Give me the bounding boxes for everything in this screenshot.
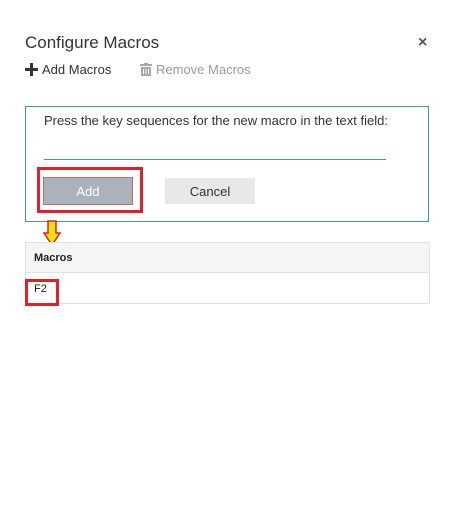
- new-macro-form: Press the key sequences for the new macr…: [25, 106, 429, 222]
- add-button[interactable]: Add: [43, 177, 133, 205]
- trash-icon: [140, 63, 152, 76]
- column-header-macros[interactable]: Macros: [34, 252, 73, 264]
- add-macros-button[interactable]: Add Macros: [25, 62, 111, 77]
- macro-key-input[interactable]: [44, 137, 386, 160]
- configure-macros-dialog: Configure Macros × Add Macros Remove Mac…: [0, 0, 452, 510]
- add-macros-label: Add Macros: [42, 62, 112, 77]
- remove-macros-button[interactable]: Remove Macros: [140, 62, 251, 77]
- table-row[interactable]: F2: [25, 273, 429, 306]
- remove-macros-label: Remove Macros: [156, 62, 251, 77]
- macros-table: Macros F2: [25, 242, 430, 306]
- table-header: Macros: [26, 243, 429, 273]
- close-icon[interactable]: ×: [418, 34, 427, 52]
- instruction-text: Press the key sequences for the new macr…: [44, 113, 388, 128]
- plus-icon: [25, 63, 38, 76]
- dialog-title: Configure Macros: [25, 33, 160, 52]
- cancel-button[interactable]: Cancel: [165, 178, 255, 204]
- macro-cell: F2: [34, 283, 47, 295]
